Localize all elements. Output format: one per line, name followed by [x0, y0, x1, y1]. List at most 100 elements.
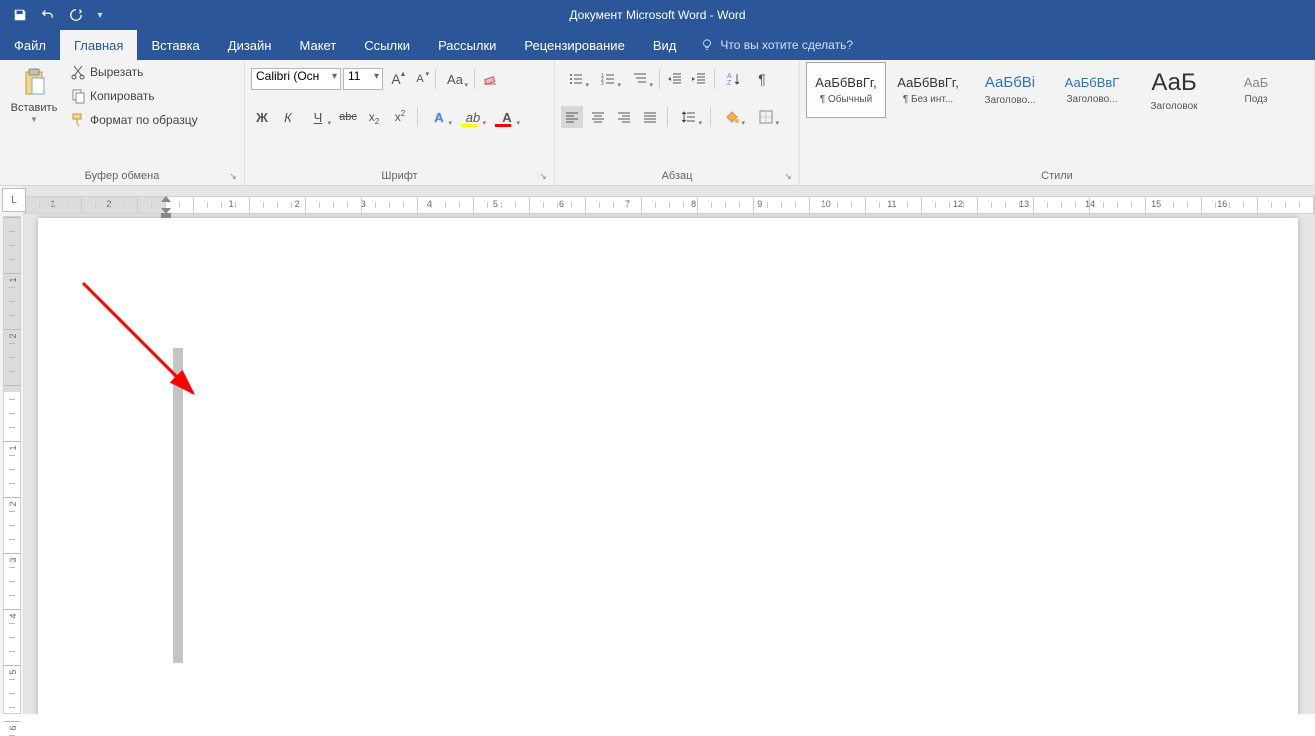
style-preview: АаБ — [1151, 69, 1196, 97]
style-preview: АаБбВі — [985, 74, 1035, 91]
redo-button[interactable] — [64, 3, 88, 27]
format-painter-button[interactable]: Формат по образцу — [66, 110, 202, 130]
paste-button[interactable]: Вставить ▼ — [6, 62, 62, 130]
font-name-combo[interactable]: Calibri (Осн — [251, 68, 341, 90]
multilevel-list-button[interactable]: ▾ — [625, 68, 655, 90]
sort-icon: AZ — [726, 71, 742, 87]
group-font: Calibri (Осн 11 A▴ A▾ Aa▾ Ж К Ч▾ abc x2 … — [245, 60, 555, 185]
align-right-button[interactable] — [613, 106, 635, 128]
paste-icon — [18, 66, 50, 98]
style-label: ¶ Обычный — [820, 94, 872, 105]
increase-indent-button[interactable] — [688, 68, 710, 90]
ruler-tick-label: 13 — [1019, 199, 1029, 209]
superscript-button[interactable]: x2 — [389, 106, 411, 128]
clear-formatting-button[interactable] — [479, 68, 501, 90]
ruler-tick-label: 2 — [8, 501, 18, 506]
align-center-button[interactable] — [587, 106, 609, 128]
tab-home[interactable]: Главная — [60, 30, 137, 60]
tab-view[interactable]: Вид — [639, 30, 691, 60]
style-card-3[interactable]: АаБбВвГЗаголово... — [1052, 62, 1132, 118]
justify-button[interactable] — [639, 106, 661, 128]
clipboard-launcher[interactable]: ↘ — [226, 169, 240, 183]
style-label: Заголовок — [1150, 101, 1197, 112]
highlight-color-button[interactable]: ab▾ — [458, 106, 488, 128]
strikethrough-button[interactable]: abc — [337, 106, 359, 128]
subscript-button[interactable]: x2 — [363, 106, 385, 128]
undo-button[interactable] — [36, 3, 60, 27]
style-preview: АаБбВвГ — [1065, 75, 1120, 90]
ruler-tick-label: 2 — [295, 199, 300, 209]
group-paragraph: ▾ 123▾ ▾ AZ ¶ ▾ ▾ ▾ Абза — [555, 60, 800, 185]
tab-file[interactable]: Файл — [0, 30, 60, 60]
document-scroll-area[interactable]: 2112345678910111213141516 — [24, 186, 1315, 714]
decrease-indent-button[interactable] — [664, 68, 686, 90]
svg-text:3: 3 — [601, 81, 604, 87]
font-color-button[interactable]: A▾ — [492, 106, 522, 128]
line-spacing-button[interactable]: ▾ — [674, 106, 704, 128]
ribbon: Вставить ▼ Вырезать Копировать Формат по… — [0, 60, 1315, 186]
ribbon-tabs: Файл Главная Вставка Дизайн Макет Ссылки… — [0, 30, 1315, 60]
style-card-4[interactable]: АаБ Заголовок — [1134, 62, 1214, 118]
horizontal-ruler[interactable]: 2112345678910111213141516 — [24, 196, 1315, 214]
sort-button[interactable]: AZ — [719, 68, 749, 90]
vertical-ruler[interactable]: 21123456 — [0, 186, 24, 714]
cut-button[interactable]: Вырезать — [66, 62, 202, 82]
style-card-5[interactable]: АаБ Подз — [1216, 62, 1296, 118]
borders-button[interactable]: ▾ — [751, 106, 781, 128]
font-size-combo[interactable]: 11 — [343, 68, 383, 90]
tab-review[interactable]: Рецензирование — [510, 30, 638, 60]
numbering-icon: 123 — [600, 71, 616, 87]
show-marks-button[interactable]: ¶ — [751, 68, 773, 90]
italic-button[interactable]: К — [277, 106, 299, 128]
save-button[interactable] — [8, 3, 32, 27]
change-case-button[interactable]: Aa▾ — [440, 68, 470, 90]
style-card-2[interactable]: АаБбВіЗаголово... — [970, 62, 1050, 118]
underline-button[interactable]: Ч▾ — [303, 106, 333, 128]
tab-stop-selector[interactable]: L — [2, 188, 26, 212]
lightbulb-icon — [700, 38, 714, 52]
style-preview: АаБ — [1244, 75, 1269, 90]
ruler-tick-label: 4 — [8, 613, 18, 618]
left-indent-marker[interactable] — [161, 213, 171, 218]
align-left-button[interactable] — [561, 106, 583, 128]
annotation-arrow — [78, 278, 208, 408]
page[interactable] — [38, 218, 1298, 714]
tab-design[interactable]: Дизайн — [214, 30, 286, 60]
format-painter-label: Формат по образцу — [90, 113, 198, 127]
ruler-tick-label: 5 — [493, 199, 498, 209]
ruler-tick-label: 2 — [8, 333, 18, 338]
ruler-tick-label: 1 — [8, 277, 18, 282]
ruler-tick-label: 5 — [8, 669, 18, 674]
save-icon — [13, 8, 27, 22]
line-spacing-icon — [681, 109, 697, 125]
ruler-tick-label: 16 — [1217, 199, 1227, 209]
grow-font-button[interactable]: A▴ — [385, 68, 407, 90]
shrink-font-button[interactable]: A▾ — [409, 68, 431, 90]
ruler-tick-label: 9 — [757, 199, 762, 209]
style-label: Подз — [1245, 94, 1268, 105]
tab-mailings[interactable]: Рассылки — [424, 30, 510, 60]
tab-references[interactable]: Ссылки — [350, 30, 424, 60]
tell-me-search[interactable]: Что вы хотите сделать? — [690, 30, 863, 60]
tab-layout[interactable]: Макет — [285, 30, 350, 60]
first-line-indent-marker[interactable] — [161, 196, 171, 202]
style-card-0[interactable]: АаБбВвГг,¶ Обычный — [806, 62, 886, 118]
bold-button[interactable]: Ж — [251, 106, 273, 128]
style-card-1[interactable]: АаБбВвГг,¶ Без инт... — [888, 62, 968, 118]
numbering-button[interactable]: 123▾ — [593, 68, 623, 90]
ruler-tick-label: 1 — [229, 199, 234, 209]
ruler-tick-label: 8 — [691, 199, 696, 209]
ruler-tick-label: 6 — [559, 199, 564, 209]
text-effects-button[interactable]: A▾ — [424, 106, 454, 128]
paragraph-launcher[interactable]: ↘ — [781, 169, 795, 183]
qat-customize-button[interactable]: ▾ — [92, 3, 108, 27]
copy-button[interactable]: Копировать — [66, 86, 202, 106]
window-title: Документ Microsoft Word - Word — [569, 8, 745, 22]
font-launcher[interactable]: ↘ — [536, 169, 550, 183]
tab-insert[interactable]: Вставка — [137, 30, 213, 60]
quick-access-toolbar: ▾ — [0, 3, 116, 27]
undo-icon — [41, 8, 55, 22]
shading-button[interactable]: ▾ — [717, 106, 747, 128]
bullets-button[interactable]: ▾ — [561, 68, 591, 90]
paragraph-group-label: Абзац — [561, 167, 793, 185]
